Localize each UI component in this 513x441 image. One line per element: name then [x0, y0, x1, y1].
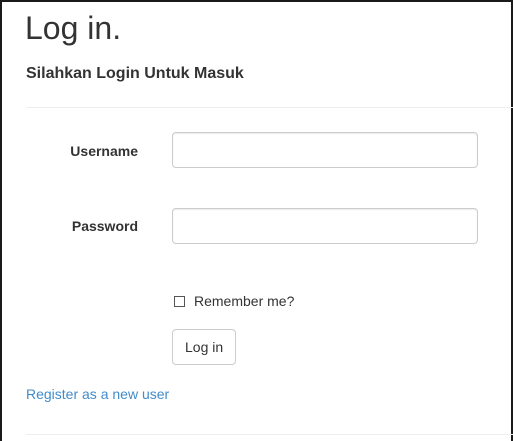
register-link[interactable]: Register as a new user — [26, 385, 169, 403]
page-subtitle: Silahkan Login Untuk Masuk — [26, 65, 244, 82]
remember-me-label[interactable]: Remember me? — [194, 292, 294, 310]
username-label: Username — [70, 143, 138, 159]
divider-bottom — [26, 434, 513, 435]
page-title: Log in. — [25, 10, 122, 46]
remember-me-checkbox[interactable] — [174, 295, 185, 307]
divider — [26, 107, 513, 108]
password-input[interactable] — [172, 208, 478, 244]
remember-me-row[interactable]: Remember me? — [174, 292, 294, 310]
login-button[interactable]: Log in — [172, 329, 237, 365]
username-input[interactable] — [172, 132, 478, 168]
password-label: Password — [71, 218, 138, 234]
